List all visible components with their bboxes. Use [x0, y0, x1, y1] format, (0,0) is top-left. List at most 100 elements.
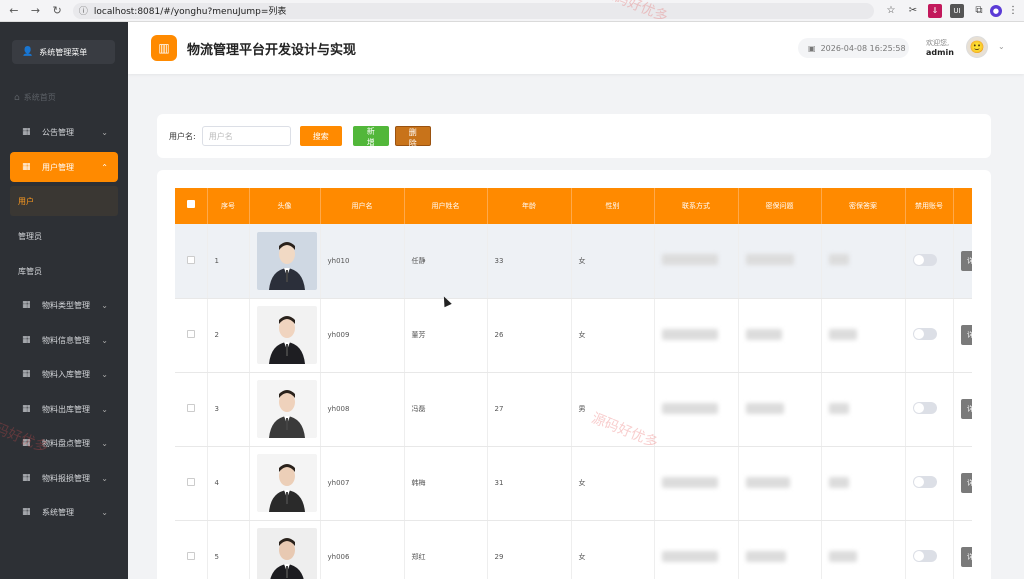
- sidebar-item-material-inventory[interactable]: ▦ 物料盘点管理 ⌄: [10, 428, 118, 458]
- detail-button[interactable]: 详: [960, 399, 972, 419]
- address-bar[interactable]: ⓘ localhost:8081/#/yonghu?menuJump=列表: [72, 2, 874, 19]
- profile-avatar-icon[interactable]: ●: [989, 4, 1002, 17]
- sidebar-item-system[interactable]: ▦ 系统管理 ⌄: [10, 497, 118, 527]
- cell-age: 27: [487, 372, 572, 447]
- detail-button[interactable]: 详: [960, 250, 972, 271]
- search-button[interactable]: 搜索: [299, 126, 342, 146]
- detail-button[interactable]: 详: [960, 473, 972, 493]
- col-header-avatar: 头像: [249, 188, 321, 224]
- sidebar-item-material-outbound[interactable]: ▦ 物料出库管理 ⌄: [10, 394, 118, 424]
- sidebar-item-label: 物料信息管理: [42, 335, 90, 345]
- sidebar-subitem-admin[interactable]: 管理员: [10, 221, 118, 251]
- table-row[interactable]: 5 yh006 郑红 29 女 详: [175, 520, 972, 579]
- sidebar: 👤 系统管理菜单 ⌂ 系统首页 ▦ 公告管理 ⌄ ▦ 用户管理 ⌃ 用户 管理员…: [0, 22, 128, 579]
- page-title: 物流管理平台开发设计与实现: [187, 42, 357, 58]
- username-search-input[interactable]: [201, 126, 291, 146]
- cell-avatar: [249, 372, 321, 447]
- delete-button[interactable]: 删除: [394, 126, 431, 148]
- table-row[interactable]: 1 yh010 任静 33 女 详: [175, 224, 972, 299]
- avatar[interactable]: 🙂: [966, 36, 988, 58]
- sidebar-item-material-loss[interactable]: ▦ 物料报损管理 ⌄: [10, 463, 118, 493]
- cell-contact-blurred: [654, 372, 739, 447]
- table-row[interactable]: 4 yh007 韩梅 31 女 详: [175, 446, 972, 521]
- bookmark-star-icon[interactable]: ☆: [884, 4, 898, 18]
- extension-ui-icon[interactable]: UI: [949, 3, 964, 18]
- browser-menu-icon[interactable]: ⋮: [1006, 4, 1020, 18]
- cell-gender: 女: [571, 520, 655, 579]
- cell-contact-blurred: [654, 298, 739, 373]
- disable-account-toggle[interactable]: [912, 476, 937, 488]
- cell-username: yh008: [320, 372, 405, 447]
- cell-disable-toggle: [905, 520, 954, 579]
- cell-disable-toggle: [905, 372, 954, 447]
- cell-gender: 女: [571, 446, 655, 521]
- detail-button[interactable]: 详: [960, 325, 972, 345]
- disable-account-toggle[interactable]: [912, 402, 937, 414]
- table-scroll[interactable]: 序号 头像 用户名 用户姓名 年龄 性别 联系方式 密保问题 密保答案 禁用账号…: [175, 188, 972, 579]
- table-row[interactable]: 3 yh008 冯磊 27 男 详: [175, 372, 972, 447]
- sidebar-item-home[interactable]: ⌂ 系统首页: [14, 92, 56, 103]
- cell-name: 郑红: [404, 520, 488, 579]
- cell-actions: 详: [953, 298, 972, 373]
- grid-icon: ▦: [22, 300, 31, 310]
- sidebar-item-label: 公告管理: [42, 127, 74, 137]
- sidebar-item-announcements[interactable]: ▦ 公告管理 ⌄: [10, 117, 118, 147]
- back-icon[interactable]: ←: [6, 3, 22, 19]
- sidebar-subitem-warehouse-keeper[interactable]: 库管员: [10, 256, 118, 286]
- reload-icon[interactable]: ↻: [49, 3, 65, 19]
- select-all-checkbox[interactable]: [175, 188, 208, 224]
- extension-download-icon[interactable]: ⇓: [927, 3, 942, 18]
- extensions-puzzle-icon[interactable]: ⧉: [972, 4, 986, 18]
- username-text: admin: [926, 48, 954, 57]
- grid-icon: ▦: [22, 404, 31, 414]
- cell-age: 33: [487, 224, 572, 299]
- col-header-security-question: 密保问题: [738, 188, 822, 224]
- extension-cut-icon[interactable]: ✂: [906, 4, 920, 18]
- cell-gender: 女: [571, 224, 655, 299]
- chevron-down-icon: ⌄: [101, 335, 108, 345]
- cell-no: 3: [207, 372, 250, 447]
- col-header-no: 序号: [207, 188, 250, 224]
- sidebar-item-material-info[interactable]: ▦ 物料信息管理 ⌄: [10, 325, 118, 355]
- grid-icon: ▦: [22, 369, 31, 379]
- row-checkbox[interactable]: [175, 372, 208, 447]
- cell-age: 26: [487, 298, 572, 373]
- sidebar-item-material-types[interactable]: ▦ 物料类型管理 ⌄: [10, 290, 118, 320]
- site-info-icon[interactable]: ⓘ: [79, 4, 88, 17]
- cell-security-question-blurred: [738, 520, 822, 579]
- sidebar-subitem-label: 用户: [18, 196, 34, 206]
- sidebar-item-label: 物料盘点管理: [42, 438, 90, 448]
- cell-security-question-blurred: [738, 224, 822, 299]
- sidebar-subitem-user[interactable]: 用户: [10, 186, 118, 216]
- chevron-down-icon: ⌄: [101, 438, 108, 448]
- disable-account-toggle[interactable]: [912, 328, 937, 340]
- user-menu-chevron-icon[interactable]: ⌄: [998, 42, 1005, 51]
- chevron-down-icon: ⌄: [101, 300, 108, 310]
- disable-account-toggle[interactable]: [912, 253, 937, 266]
- disable-account-toggle[interactable]: [912, 550, 937, 562]
- detail-button[interactable]: 详: [960, 547, 972, 567]
- cell-name: 冯磊: [404, 372, 488, 447]
- cell-age: 29: [487, 520, 572, 579]
- sidebar-item-material-inbound[interactable]: ▦ 物料入库管理 ⌄: [10, 359, 118, 389]
- add-button[interactable]: 新增: [352, 126, 389, 147]
- row-checkbox[interactable]: [175, 520, 208, 579]
- search-label: 用户名:: [169, 131, 196, 141]
- user-photo: [256, 380, 317, 438]
- cell-contact-blurred: [654, 224, 739, 299]
- cell-security-answer-blurred: [821, 224, 906, 299]
- table-row[interactable]: 2 yh009 董芳 26 女 详: [175, 298, 972, 373]
- cell-avatar: [249, 520, 321, 579]
- cell-disable-toggle: [905, 224, 954, 299]
- grid-icon: ▦: [22, 438, 31, 448]
- cell-gender: 男: [571, 372, 655, 447]
- forward-icon[interactable]: →: [28, 3, 44, 19]
- cell-disable-toggle: [905, 446, 954, 521]
- row-checkbox[interactable]: [175, 298, 208, 373]
- col-header-actions: [953, 188, 972, 224]
- row-checkbox[interactable]: [175, 446, 208, 521]
- cell-security-question-blurred: [738, 298, 822, 373]
- sidebar-item-users[interactable]: ▦ 用户管理 ⌃: [10, 152, 118, 182]
- cell-contact-blurred: [654, 446, 739, 521]
- row-checkbox[interactable]: [175, 224, 208, 299]
